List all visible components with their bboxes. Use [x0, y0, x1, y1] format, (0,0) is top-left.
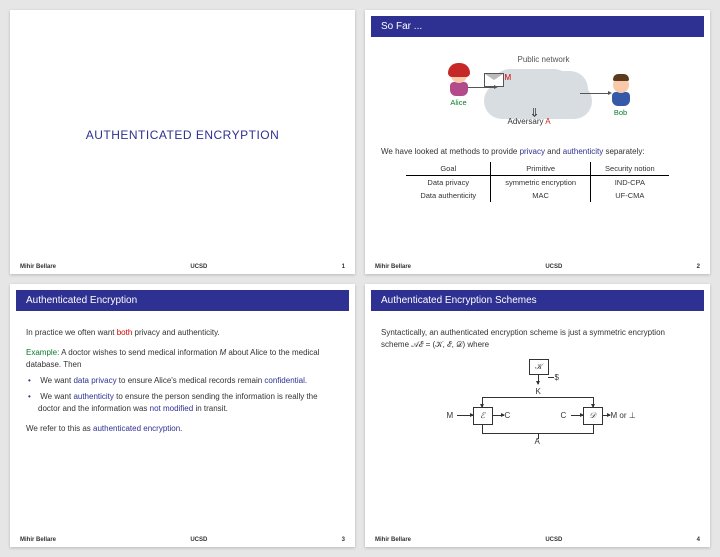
- footer-inst: UCSD: [545, 537, 562, 543]
- arrow-icon: [571, 415, 583, 416]
- footer-inst: UCSD: [545, 264, 562, 270]
- bob-figure: Bob: [612, 77, 630, 117]
- torso-icon: [450, 82, 468, 96]
- head-icon: [451, 67, 467, 83]
- alice-figure: Alice: [450, 67, 468, 107]
- list-item: We want data privacy to ensure Alice's m…: [38, 375, 339, 387]
- footer-author: Mihir Bellare: [375, 264, 411, 270]
- slide-footer: Mihir Bellare UCSD 1: [10, 260, 355, 274]
- paragraph: We refer to this as authenticated encryp…: [26, 423, 339, 435]
- line-icon: [482, 397, 594, 398]
- footer-author: Mihir Bellare: [20, 264, 56, 270]
- slide-title: Authenticated Encryption: [16, 290, 349, 311]
- slide-title: So Far ...: [371, 16, 704, 37]
- footer-author: Mihir Bellare: [20, 537, 56, 543]
- slide-body: Syntactically, an authenticated encrypti…: [365, 311, 710, 534]
- arrow-icon: [482, 397, 483, 407]
- keygen-box: 𝒦: [529, 359, 549, 375]
- hair-icon: [448, 63, 470, 77]
- paragraph: Syntactically, an authenticated encrypti…: [381, 327, 694, 351]
- arrow-icon: [548, 377, 554, 378]
- th-primitive: Primitive: [491, 162, 591, 176]
- arrow-icon: [492, 415, 504, 416]
- adversary-label: Adversary A: [508, 117, 551, 126]
- line-icon: [482, 424, 483, 433]
- bullet-list: We want data privacy to ensure Alice's m…: [26, 375, 339, 415]
- table-row: Data authenticity MAC UF-CMA: [406, 189, 668, 202]
- decrypt-box: 𝒟: [583, 407, 603, 425]
- line-icon: [538, 433, 539, 439]
- slide-1: AUTHENTICATED ENCRYPTION Mihir Bellare U…: [10, 10, 355, 274]
- encrypt-box: ℰ: [473, 407, 493, 425]
- intro-text: We have looked at methods to provide pri…: [381, 147, 694, 156]
- slide-4: Authenticated Encryption Schemes Syntact…: [365, 284, 710, 548]
- arrow-icon: [457, 415, 473, 416]
- slide-footer: Mihir Bellare UCSD 3: [10, 533, 355, 547]
- slide-body: AUTHENTICATED ENCRYPTION: [10, 10, 355, 260]
- table-row: Goal Primitive Security notion: [406, 162, 668, 176]
- key-label: K: [536, 387, 541, 396]
- arrow-icon: [580, 93, 610, 94]
- hair-icon: [613, 74, 629, 81]
- cipher-label: C: [561, 411, 567, 420]
- public-network-label: Public network: [518, 55, 570, 64]
- slide-body: In practice we often want both privacy a…: [10, 311, 355, 534]
- arrow-icon: [593, 397, 594, 407]
- slide-body: Public network M ⇑ Alice Bob Adversary A…: [365, 37, 710, 260]
- scheme-diagram: 𝒦 ℰ 𝒟 $ K M C C M or ⊥ A: [433, 359, 643, 449]
- th-goal: Goal: [406, 162, 490, 176]
- arrow-icon: [468, 87, 496, 88]
- message-label: M: [505, 73, 512, 82]
- alice-label: Alice: [450, 98, 468, 107]
- footer-author: Mihir Bellare: [375, 537, 411, 543]
- message-label: M: [447, 411, 454, 420]
- slide-2: So Far ... Public network M ⇑ Alice Bob …: [365, 10, 710, 274]
- slide-footer: Mihir Bellare UCSD 2: [365, 260, 710, 274]
- bob-label: Bob: [612, 108, 630, 117]
- arrow-icon: [538, 374, 539, 384]
- slide-footer: Mihir Bellare UCSD 4: [365, 533, 710, 547]
- footer-page: 3: [342, 537, 345, 543]
- th-notion: Security notion: [591, 162, 669, 176]
- paragraph: In practice we often want both privacy a…: [26, 327, 339, 339]
- arrow-icon: [602, 415, 610, 416]
- security-table: Goal Primitive Security notion Data priv…: [406, 162, 668, 202]
- table-row: Data privacy symmetric encryption IND-CP…: [406, 176, 668, 190]
- torso-icon: [612, 92, 630, 106]
- network-cartoon: Public network M ⇑ Alice Bob Adversary A: [428, 49, 648, 139]
- random-coins-label: $: [555, 373, 559, 382]
- page-title: AUTHENTICATED ENCRYPTION: [26, 18, 339, 252]
- line-icon: [593, 424, 594, 433]
- paragraph: Example: A doctor wishes to send medical…: [26, 347, 339, 371]
- footer-page: 2: [697, 264, 700, 270]
- footer-page: 1: [342, 264, 345, 270]
- footer-inst: UCSD: [190, 264, 207, 270]
- list-item: We want authenticity to ensure the perso…: [38, 391, 339, 415]
- footer-page: 4: [697, 537, 700, 543]
- head-icon: [613, 77, 629, 93]
- output-label: M or ⊥: [611, 411, 636, 420]
- slide-title: Authenticated Encryption Schemes: [371, 290, 704, 311]
- footer-inst: UCSD: [190, 537, 207, 543]
- cipher-label: C: [505, 411, 511, 420]
- slide-3: Authenticated Encryption In practice we …: [10, 284, 355, 548]
